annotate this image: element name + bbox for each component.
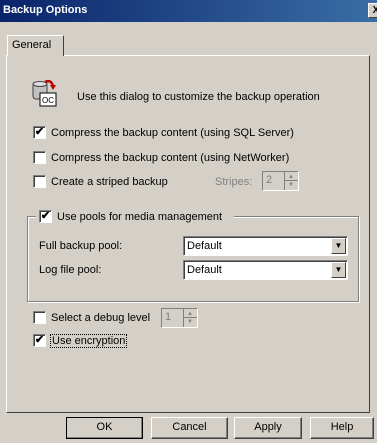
title-bar: Backup Options X bbox=[0, 0, 377, 22]
full-backup-pool-select[interactable]: Default ▼ bbox=[183, 236, 348, 256]
pools-group-legend: ✔ Use pools for media management bbox=[36, 209, 234, 225]
full-backup-pool-value: Default bbox=[187, 240, 222, 252]
log-file-pool-value: Default bbox=[187, 264, 222, 276]
spin-down-icon: ▼ bbox=[187, 319, 193, 325]
encryption-label: Use encryption bbox=[50, 334, 128, 348]
compress-sql-checkbox[interactable]: ✔ bbox=[33, 126, 46, 139]
compress-sql-label: Compress the backup content (using SQL S… bbox=[51, 127, 294, 139]
ok-button[interactable]: OK bbox=[66, 417, 143, 439]
compress-networker-checkbox[interactable] bbox=[33, 151, 46, 164]
close-button[interactable]: X bbox=[368, 3, 377, 18]
pools-group bbox=[27, 216, 359, 302]
striped-backup-checkbox[interactable] bbox=[33, 175, 46, 188]
backup-dialog-icon: OC bbox=[32, 79, 57, 107]
chevron-down-icon[interactable]: ▼ bbox=[331, 238, 346, 254]
help-button[interactable]: Help bbox=[310, 417, 374, 439]
window-title: Backup Options bbox=[3, 4, 88, 16]
debug-level-label: Select a debug level bbox=[51, 312, 151, 324]
striped-backup-label: Create a striped backup bbox=[51, 176, 168, 188]
svg-text:OC: OC bbox=[42, 96, 54, 105]
intro-text: Use this dialog to customize the backup … bbox=[77, 91, 320, 103]
chevron-down-icon[interactable]: ▼ bbox=[331, 262, 346, 278]
tab-general-label: General bbox=[12, 39, 52, 51]
encryption-checkbox[interactable]: ✔ bbox=[33, 334, 46, 347]
use-pools-checkbox[interactable]: ✔ bbox=[39, 210, 52, 223]
use-pools-label: Use pools for media management bbox=[57, 211, 223, 223]
spin-down-icon: ▼ bbox=[288, 182, 294, 188]
debug-spinner-arrows[interactable]: ▲ ▼ bbox=[183, 309, 197, 327]
stripes-spinner[interactable]: 2 ▲ ▼ bbox=[262, 171, 299, 191]
debug-level-value: 1 bbox=[165, 311, 172, 323]
cancel-button[interactable]: Cancel bbox=[151, 417, 228, 439]
full-backup-pool-label: Full backup pool: bbox=[39, 240, 123, 252]
stripes-value: 2 bbox=[266, 174, 273, 186]
compress-networker-label: Compress the backup content (using NetWo… bbox=[51, 152, 290, 164]
tab-general[interactable]: General bbox=[7, 35, 64, 56]
log-file-pool-select[interactable]: Default ▼ bbox=[183, 260, 348, 280]
stripes-spinner-arrows[interactable]: ▲ ▼ bbox=[284, 172, 298, 190]
apply-button[interactable]: Apply bbox=[234, 417, 302, 439]
stripes-label: Stripes: bbox=[215, 176, 253, 188]
debug-level-spinner[interactable]: 1 ▲ ▼ bbox=[161, 308, 198, 328]
log-file-pool-label: Log file pool: bbox=[39, 264, 102, 276]
debug-level-checkbox[interactable] bbox=[33, 311, 46, 324]
